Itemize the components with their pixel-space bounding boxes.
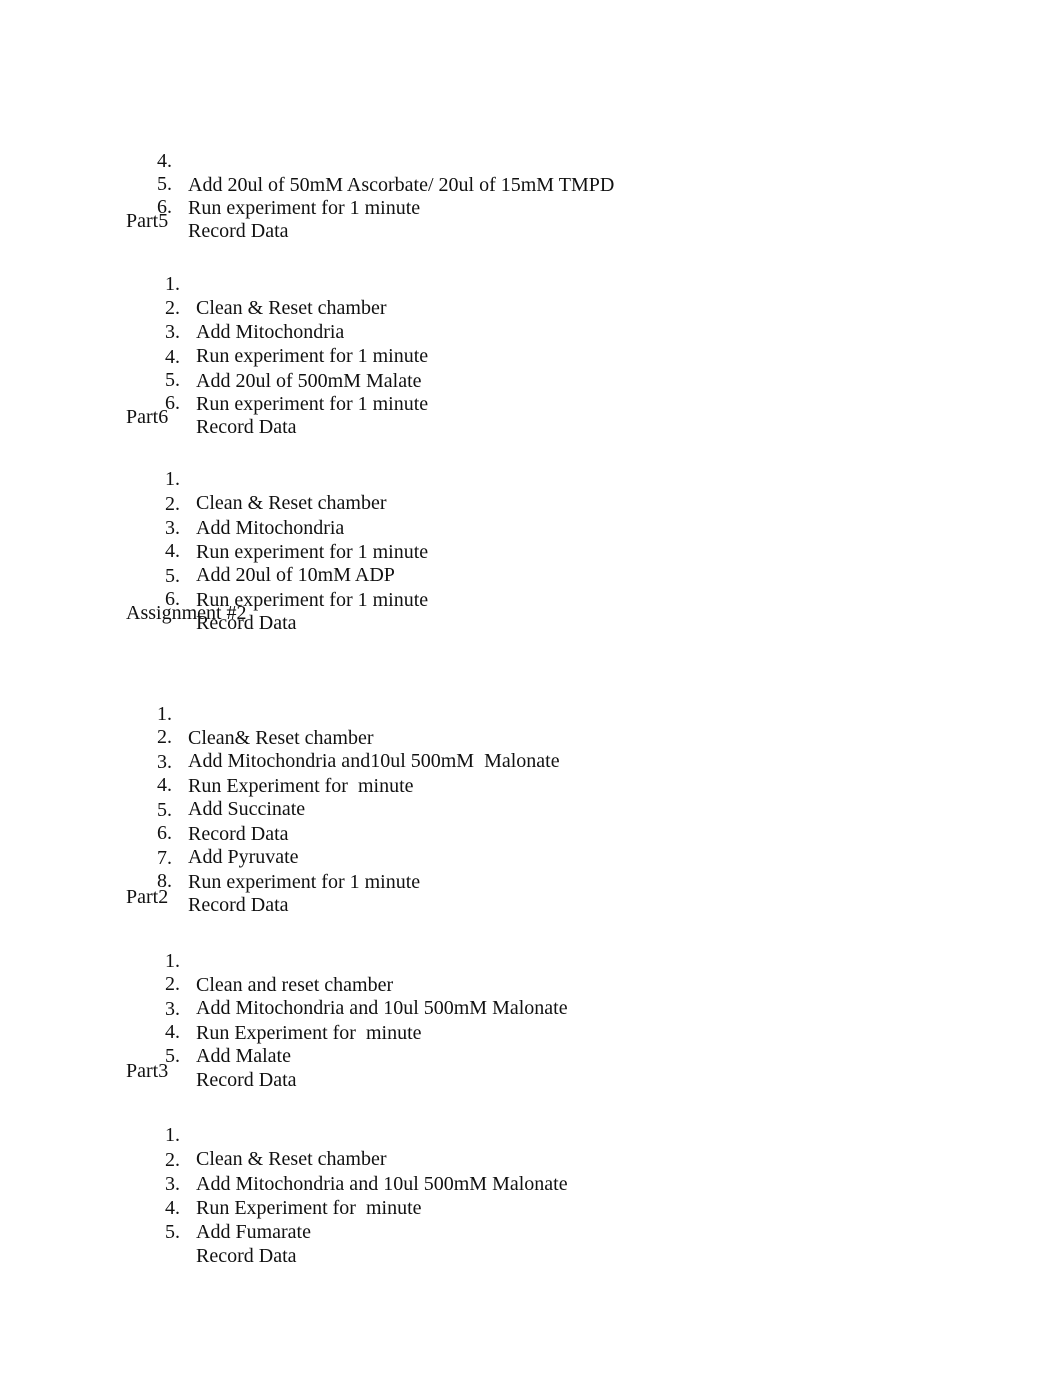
item-number: 2. xyxy=(165,493,180,515)
item-number: 3. xyxy=(165,998,180,1020)
item-text: Clean & Reset chamber xyxy=(196,1148,387,1170)
section-heading: Part3 xyxy=(126,1060,169,1082)
item-number: 4. xyxy=(165,540,180,562)
item-text: Clean & Reset chamber xyxy=(196,492,387,514)
list-item: 5. Record Data xyxy=(0,1196,297,1292)
item-text: Run Experiment for minute xyxy=(196,1197,422,1219)
item-text: Add 20ul of 500mM Malate xyxy=(196,370,422,392)
item-number: 6. xyxy=(157,822,172,844)
item-text: Run Experiment for minute xyxy=(188,775,414,797)
section-heading: Part5 xyxy=(126,210,169,232)
item-text: Record Data xyxy=(196,416,297,438)
item-number: 1. xyxy=(165,468,180,490)
item-text: Record Data xyxy=(188,823,289,845)
item-number: 3. xyxy=(157,751,172,773)
item-number: 1. xyxy=(165,1124,180,1146)
item-number: 2. xyxy=(165,973,180,995)
item-text: Add Succinate xyxy=(188,798,306,820)
item-number: 2. xyxy=(165,297,180,319)
section-heading: Assignment #2 xyxy=(126,602,247,624)
item-text: Add 20ul of 10mM ADP xyxy=(196,564,395,586)
item-text: Record Data xyxy=(196,1069,297,1091)
item-text: Record Data xyxy=(188,894,289,916)
item-number: 1. xyxy=(165,273,180,295)
item-text: Add Mitochondria and10ul 500mM Malonate xyxy=(188,750,560,772)
item-text: Add 20ul of 50mM Ascorbate/ 20ul of 15mM… xyxy=(188,174,615,196)
item-number: 4. xyxy=(165,346,180,368)
item-number: 5. xyxy=(165,565,180,587)
item-number: 4. xyxy=(157,774,172,796)
item-text: Add Mitochondria xyxy=(196,321,345,343)
item-number: 2. xyxy=(165,1149,180,1171)
item-text: Record Data xyxy=(196,1245,297,1267)
item-text: Record Data xyxy=(188,220,289,242)
item-text: Clean& Reset chamber xyxy=(188,727,374,749)
item-text: Add Mitochondria xyxy=(196,517,345,539)
item-number: 5. xyxy=(157,799,172,821)
item-number: 2. xyxy=(157,726,172,748)
item-number: 3. xyxy=(165,517,180,539)
item-number: 5. xyxy=(165,369,180,391)
item-number: 7. xyxy=(157,847,172,869)
item-number: 4. xyxy=(157,150,172,172)
list-item: 6. Record Data xyxy=(0,563,297,659)
item-number: 3. xyxy=(165,1173,180,1195)
item-text: Run experiment for 1 minute xyxy=(196,345,429,367)
item-text: Run Experiment for minute xyxy=(196,1022,422,1044)
item-number: 1. xyxy=(157,703,172,725)
item-number: 4. xyxy=(165,1197,180,1219)
item-text: Clean & Reset chamber xyxy=(196,297,387,319)
item-text: Clean and reset chamber xyxy=(196,974,394,996)
item-text: Add Pyruvate xyxy=(188,846,299,868)
item-text: Add Fumarate xyxy=(196,1221,311,1243)
item-text: Run experiment for 1 minute xyxy=(188,871,421,893)
item-number: 4. xyxy=(165,1021,180,1043)
item-number: 1. xyxy=(165,950,180,972)
item-text: Run experiment for 1 minute xyxy=(196,393,429,415)
item-number: 5. xyxy=(165,1221,180,1243)
item-text: Run experiment for 1 minute xyxy=(196,541,429,563)
item-text: Add Mitochondria and 10ul 500mM Malonate xyxy=(196,1173,568,1195)
item-number: 5. xyxy=(157,173,172,195)
section-heading: Part2 xyxy=(126,886,169,908)
item-number: 3. xyxy=(165,321,180,343)
item-text: Add Mitochondria and 10ul 500mM Malonate xyxy=(196,997,568,1019)
section-heading: Part6 xyxy=(126,406,169,428)
item-text: Add Malate xyxy=(196,1045,291,1067)
item-text: Run experiment for 1 minute xyxy=(188,197,421,219)
